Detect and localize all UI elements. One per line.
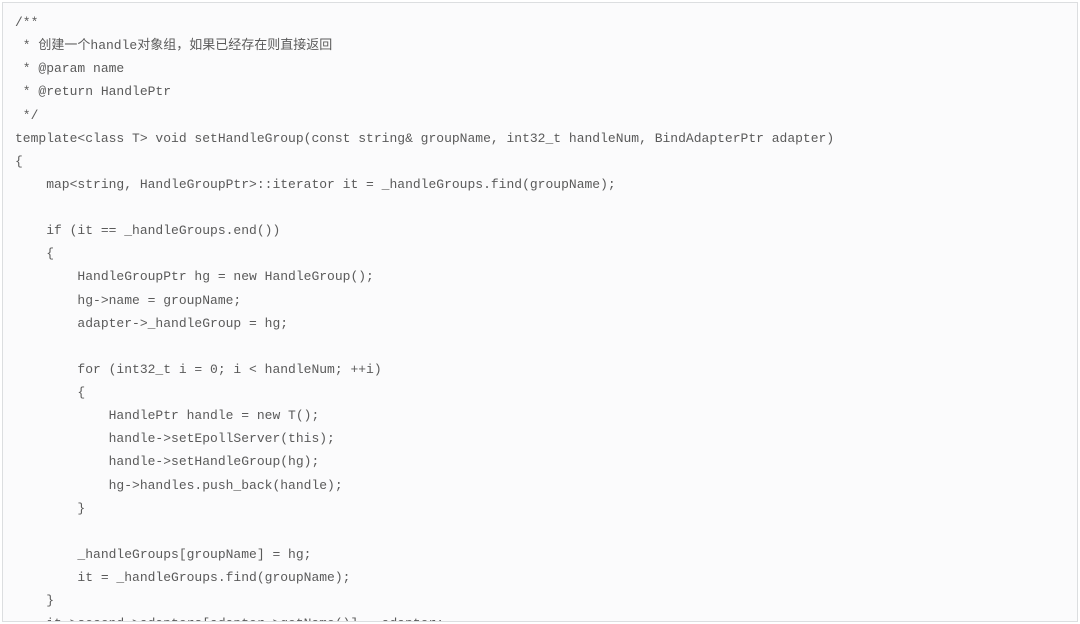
code-snippet: /** * 创建一个handle对象组，如果已经存在则直接返回 * @param… <box>2 2 1078 622</box>
